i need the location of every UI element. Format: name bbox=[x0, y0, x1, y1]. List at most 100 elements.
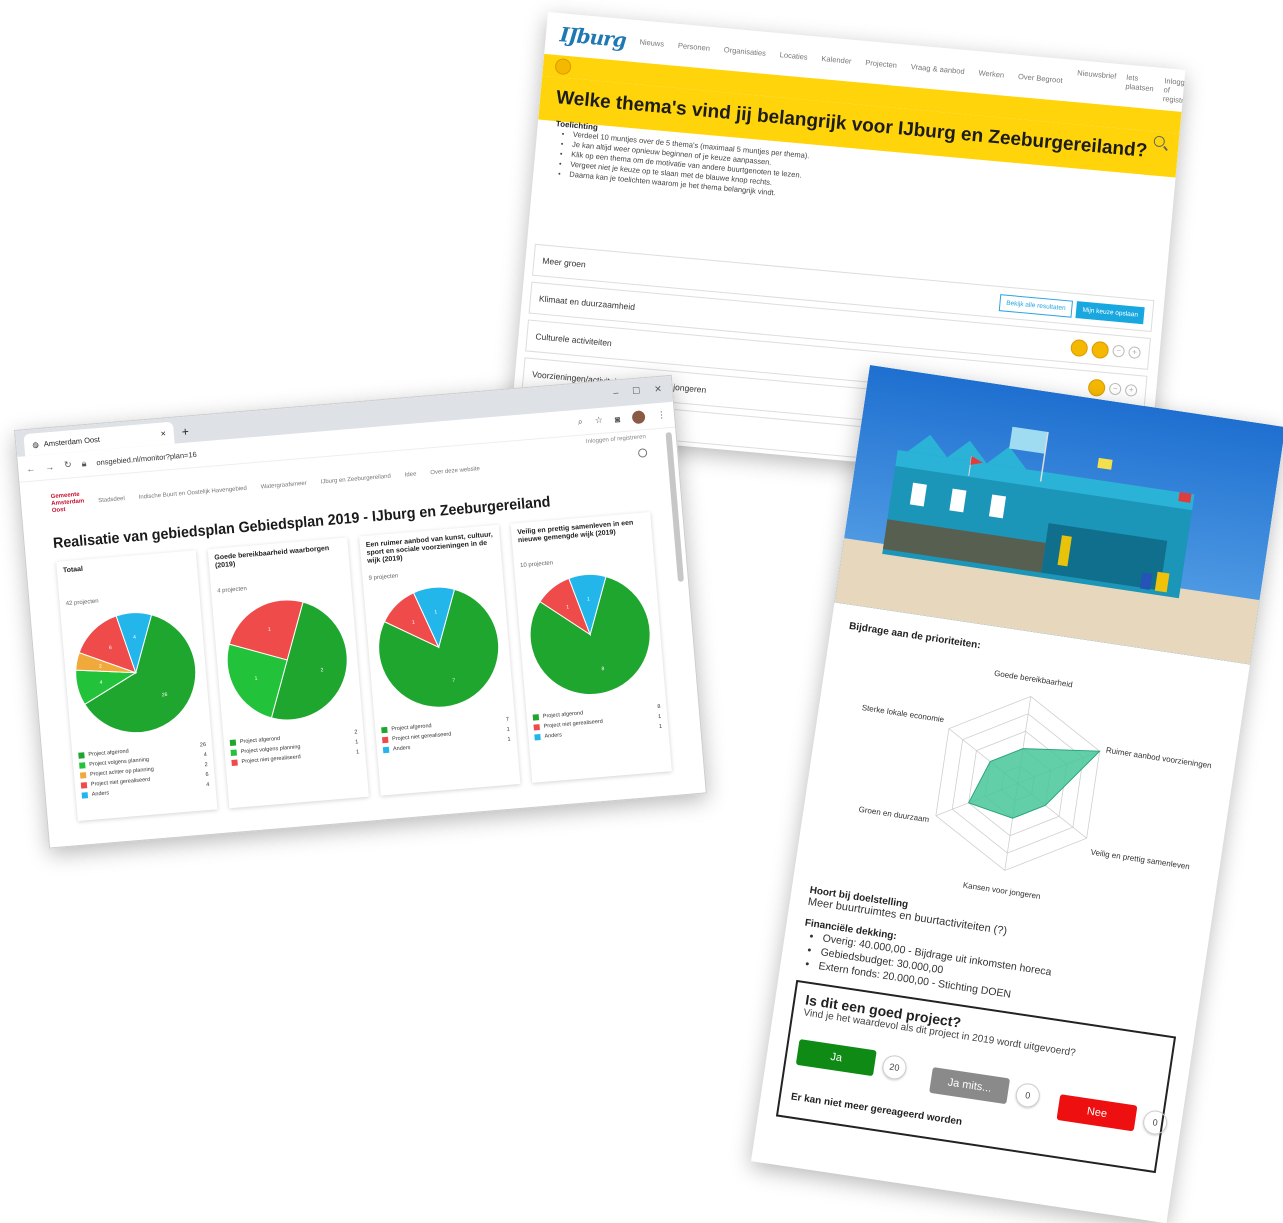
legend-swatch bbox=[79, 772, 87, 779]
chart-legend: Project afgerond 26 Project volgens planni… bbox=[78, 740, 210, 801]
radar-axis-label: Groen en duurzaam bbox=[858, 805, 930, 824]
close-window-button[interactable]: ✕ bbox=[654, 384, 662, 396]
project-detail-page: Bijdrage aan de prioriteiten: Goede bere… bbox=[751, 365, 1283, 1223]
legend-value: 7 bbox=[505, 716, 510, 723]
nav-item[interactable]: Vraag & aanbod bbox=[911, 62, 966, 76]
vote-yes-button[interactable]: Ja bbox=[795, 1038, 877, 1077]
tab-title: Amsterdam Oost bbox=[43, 434, 101, 449]
legend-value: 1 bbox=[658, 723, 663, 731]
reload-icon[interactable]: ↻ bbox=[64, 459, 72, 471]
nav-item[interactable]: Idee bbox=[405, 471, 417, 478]
zoom-icon[interactable]: ⌕ bbox=[577, 416, 583, 427]
pie-chart: 211 bbox=[226, 599, 348, 721]
minus-button[interactable]: − bbox=[1112, 344, 1126, 358]
theme-label: Meer groen bbox=[542, 255, 587, 270]
legend-swatch bbox=[80, 782, 88, 789]
bookmark-star-icon[interactable]: ☆ bbox=[594, 415, 603, 427]
legend-swatch bbox=[81, 792, 89, 799]
legend-value: 26 bbox=[199, 742, 207, 749]
logo-line: Amsterdam bbox=[51, 498, 85, 508]
nav-item[interactable]: Organisaties bbox=[724, 45, 767, 58]
nav-item[interactable]: IJburg en Zeeburgereiland bbox=[320, 473, 391, 485]
chart-legend: Project afgerond 8 Project niet gerealisee… bbox=[532, 702, 662, 743]
login-link[interactable]: Inloggen of registreren bbox=[1162, 76, 1185, 106]
radar-axis-label: Goede bereikbaarheid bbox=[994, 669, 1074, 690]
browser-window: ◍ Amsterdam Oost × + – ☐ ✕ ← → ↻ 🔒︎ onsg… bbox=[14, 374, 707, 849]
legend-swatch bbox=[78, 752, 85, 759]
nav-item[interactable]: Indische Buurt en Oostelijk Havengebied bbox=[139, 485, 248, 500]
close-tab-icon[interactable]: × bbox=[160, 428, 166, 438]
legend-swatch bbox=[382, 746, 390, 754]
nav-item[interactable]: Over Begroot bbox=[1018, 71, 1063, 84]
legend-value: 6 bbox=[205, 771, 209, 779]
chart-legend: Project afgerond 7 Project niet gerealisee… bbox=[381, 715, 511, 756]
newsletter-link[interactable]: Nieuwsbrief bbox=[1075, 68, 1117, 98]
nav-item[interactable]: Werken bbox=[978, 68, 1004, 79]
legend-value: 1 bbox=[507, 736, 511, 743]
radar-axis-label: Veilig en prettig samenleven bbox=[1090, 848, 1190, 872]
slice-label: 26 bbox=[162, 692, 168, 698]
nav-item[interactable]: Locaties bbox=[779, 50, 808, 61]
plus-button[interactable]: + bbox=[1128, 346, 1142, 360]
pie-chart: 811 bbox=[529, 574, 651, 696]
legend-label: Anders bbox=[392, 744, 411, 753]
no-count: 0 bbox=[1141, 1108, 1169, 1137]
nav-item[interactable]: Personen bbox=[678, 40, 711, 52]
menu-icon[interactable]: ⋮ bbox=[657, 409, 667, 421]
legend-swatch bbox=[381, 726, 388, 734]
radar-axis-label: Ruimer aanbod voorzieningen bbox=[1105, 746, 1212, 771]
logo-line: Oost bbox=[51, 506, 66, 515]
theme-label: Culturele activiteiten bbox=[535, 331, 613, 349]
coin-icon bbox=[1090, 340, 1110, 359]
legend-value: 1 bbox=[657, 713, 662, 721]
minimize-button[interactable]: – bbox=[613, 387, 619, 398]
back-icon[interactable]: ← bbox=[26, 463, 36, 474]
view-results-button[interactable]: Bekijk alle resultaten bbox=[998, 293, 1074, 318]
pie-chart: 711 bbox=[378, 586, 500, 708]
voting-closed-notice: Er kan niet meer gereageerd worden bbox=[790, 1091, 963, 1128]
nav-item[interactable]: Watergraafsmeer bbox=[260, 480, 306, 490]
legend-value: 8 bbox=[657, 703, 661, 711]
url-field[interactable]: onsgebied.nl/monitor?plan=16 bbox=[96, 450, 197, 467]
pie-card: Veilig en prettig samenleven in een nieu… bbox=[510, 512, 672, 783]
pie-chart-grid: Totaal 42 projecten 26 4 2 6 4 Project afger… bbox=[26, 505, 704, 827]
legend-value: 1 bbox=[506, 726, 511, 733]
radar-axis-label: Kansen voor jongeren bbox=[962, 881, 1041, 901]
nav-item[interactable]: Over deze website bbox=[430, 466, 480, 476]
vote-no-button[interactable]: Nee bbox=[1056, 1094, 1138, 1132]
legend-swatch bbox=[229, 739, 237, 747]
legend-swatch bbox=[532, 714, 540, 721]
legend-label: Anders bbox=[91, 790, 110, 798]
avatar[interactable] bbox=[631, 410, 646, 425]
legend-swatch bbox=[230, 749, 238, 756]
nav-item[interactable]: Stadsdeel bbox=[98, 495, 125, 503]
vote-maybe-button[interactable]: Ja mits... bbox=[929, 1067, 1011, 1105]
camera-icon[interactable]: ◙ bbox=[614, 414, 620, 424]
legend-label: Project niet gerealiseerd bbox=[241, 754, 301, 766]
chart-legend: Project afgerond 2 Project volgens plannin… bbox=[229, 727, 360, 768]
gemeente-logo[interactable]: Gemeente Amsterdam Oost bbox=[50, 491, 85, 515]
minus-button[interactable]: − bbox=[1108, 382, 1122, 396]
yes-count: 20 bbox=[880, 1053, 909, 1081]
lock-icon: 🔒︎ bbox=[81, 458, 87, 469]
save-choice-button[interactable]: Mijn keuze opslaan bbox=[1075, 300, 1145, 324]
legend-value: 1 bbox=[355, 749, 360, 756]
new-tab-button[interactable]: + bbox=[181, 424, 189, 439]
maybe-count: 0 bbox=[1014, 1081, 1042, 1109]
nav-item[interactable]: Projecten bbox=[865, 57, 897, 69]
plus-button[interactable]: + bbox=[1124, 383, 1138, 397]
legend-label: Anders bbox=[544, 732, 563, 740]
nav-item[interactable]: Nieuws bbox=[639, 37, 664, 48]
pie-card: Totaal 42 projecten 26 4 2 6 4 Project afger… bbox=[56, 550, 218, 822]
legend-swatch bbox=[533, 724, 540, 731]
nav-item[interactable]: Kalender bbox=[821, 54, 852, 66]
legend-value: 4 bbox=[203, 752, 208, 759]
maximize-button[interactable]: ☐ bbox=[632, 385, 641, 397]
forward-icon[interactable]: → bbox=[45, 461, 55, 472]
coin-icon bbox=[1070, 338, 1089, 357]
ijburg-logo[interactable]: IJburg bbox=[559, 22, 627, 52]
coin-icon bbox=[554, 57, 572, 76]
post-link[interactable]: Iets plaatsen bbox=[1124, 72, 1155, 101]
legend-value: 2 bbox=[204, 761, 208, 769]
legend-swatch bbox=[79, 762, 86, 769]
